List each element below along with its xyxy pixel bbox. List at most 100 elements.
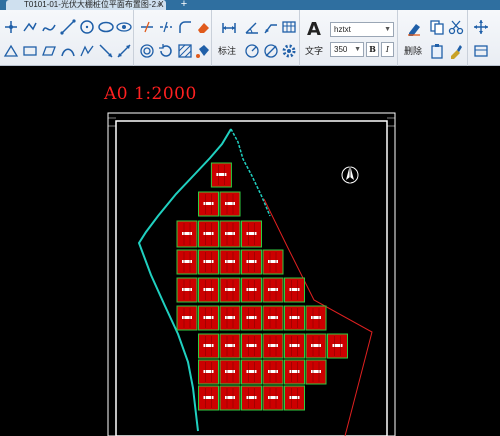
extend-icon[interactable] — [157, 18, 175, 36]
scissors-icon[interactable] — [447, 18, 465, 36]
offset-icon[interactable] — [138, 42, 156, 60]
panel-label-mark — [182, 316, 192, 319]
polyline-icon[interactable] — [21, 18, 39, 36]
node-icon[interactable] — [2, 18, 20, 36]
panel-label-mark — [246, 260, 257, 263]
panel-label-mark — [311, 344, 321, 347]
text-icon[interactable]: A — [307, 19, 321, 40]
view-icon[interactable] — [115, 18, 133, 36]
panel-label-mark — [203, 316, 214, 319]
draw-group — [0, 10, 134, 66]
panel-label-mark — [182, 232, 192, 235]
new-tab-button[interactable]: + — [178, 0, 190, 10]
panel-label-mark — [225, 260, 235, 263]
document-tab[interactable]: T0101-01-光伏大棚桩位平面布置图-2.X — [6, 0, 166, 10]
spline-icon[interactable] — [40, 18, 58, 36]
frame-ticks — [108, 117, 395, 127]
panel-label-mark — [289, 288, 300, 291]
diameter-icon[interactable] — [262, 42, 280, 60]
north-arrow-icon — [341, 165, 359, 184]
triangle-icon[interactable] — [2, 42, 20, 60]
text-height-select[interactable]: 350 ▼ — [330, 42, 364, 57]
text-label[interactable]: 文字 — [305, 44, 323, 57]
chevron-down-icon: ▼ — [354, 46, 361, 53]
panel-label-mark — [225, 202, 235, 205]
panel-label-mark — [225, 370, 235, 373]
line-icon[interactable] — [59, 18, 77, 36]
panel-label-mark — [246, 344, 257, 347]
drawing-canvas[interactable]: A0 1:2000 — [0, 66, 500, 436]
layer-icon[interactable] — [472, 42, 490, 60]
copy-icon[interactable] — [428, 18, 446, 36]
match-properties-icon[interactable] — [447, 42, 465, 60]
panel-label-mark — [268, 316, 278, 319]
close-tab-icon[interactable]: × — [157, 0, 167, 10]
delete-icon[interactable] — [404, 18, 424, 38]
panel-label-mark — [203, 232, 214, 235]
rotate-icon[interactable] — [157, 42, 175, 60]
panel-label-mark — [182, 288, 192, 291]
sketch-icon[interactable] — [78, 42, 96, 60]
document-tab-title: T0101-01-光伏大棚桩位平面布置图-2.X — [24, 0, 164, 9]
panel-label-mark — [246, 370, 257, 373]
leader-icon[interactable] — [262, 18, 280, 36]
panel-label-mark — [268, 396, 278, 399]
text-style-select[interactable]: hztxt ▼ — [330, 22, 394, 37]
edit-group: 删除 — [398, 10, 468, 66]
view-group — [468, 10, 500, 66]
panel-label-mark — [203, 396, 214, 399]
annotate-label[interactable]: 标注 — [218, 44, 236, 57]
panel-label-mark — [246, 316, 257, 319]
xline-icon[interactable] — [115, 42, 133, 60]
panel-label-mark — [225, 316, 235, 319]
panel-label-mark — [203, 344, 214, 347]
greenhouse-panels — [176, 162, 348, 411]
panel-label-mark — [203, 370, 214, 373]
paste-icon[interactable] — [428, 42, 446, 60]
panel-label-mark — [203, 202, 214, 205]
fillet-icon[interactable] — [176, 18, 194, 36]
text-group: A 文字 hztxt ▼ 350 ▼ B I — [300, 10, 398, 66]
panel-label-mark — [225, 396, 235, 399]
italic-button[interactable]: I — [381, 42, 394, 57]
panel-label-mark — [268, 260, 278, 263]
bold-button[interactable]: B — [366, 42, 379, 57]
parallelogram-icon[interactable] — [40, 42, 58, 60]
panel-label-mark — [268, 370, 278, 373]
circle-icon[interactable] — [78, 18, 96, 36]
panel-label-mark — [311, 370, 321, 373]
table-icon[interactable] — [280, 18, 298, 36]
panel-label-mark — [268, 288, 278, 291]
panel-label-mark — [289, 370, 300, 373]
panel-label-mark — [182, 260, 192, 263]
fill-icon[interactable] — [194, 42, 212, 60]
panel-label-mark — [289, 316, 300, 319]
panel-label-mark — [311, 316, 321, 319]
delete-label[interactable]: 删除 — [404, 44, 422, 57]
erase-icon[interactable] — [194, 18, 212, 36]
ribbon-toolbar: 标注 A 文字 hztxt ▼ 350 ▼ B I 删除 — [0, 10, 500, 66]
panel-label-mark — [246, 396, 257, 399]
ellipse-icon[interactable] — [97, 18, 115, 36]
ray-icon[interactable] — [97, 42, 115, 60]
panel-label-mark — [332, 344, 343, 347]
angle-dimension-icon[interactable] — [243, 18, 261, 36]
panel-label-mark — [225, 232, 235, 235]
move-icon[interactable] — [472, 18, 490, 36]
radius-icon[interactable] — [243, 42, 261, 60]
panel-label-mark — [268, 344, 278, 347]
text-style-value: hztxt — [334, 25, 351, 34]
panel-label-mark — [216, 173, 227, 176]
panel-label-mark — [289, 344, 300, 347]
site-plan — [107, 112, 396, 436]
panel-label-mark — [289, 396, 300, 399]
rectangle-icon[interactable] — [21, 42, 39, 60]
dimension-icon[interactable] — [219, 18, 239, 38]
arc-icon[interactable] — [59, 42, 77, 60]
panel-label-mark — [203, 288, 214, 291]
settings-icon[interactable] — [280, 42, 298, 60]
annotate-group: 标注 — [212, 10, 300, 66]
panel-label-mark — [203, 260, 214, 263]
trim-icon[interactable] — [138, 18, 156, 36]
hatch-icon[interactable] — [176, 42, 194, 60]
